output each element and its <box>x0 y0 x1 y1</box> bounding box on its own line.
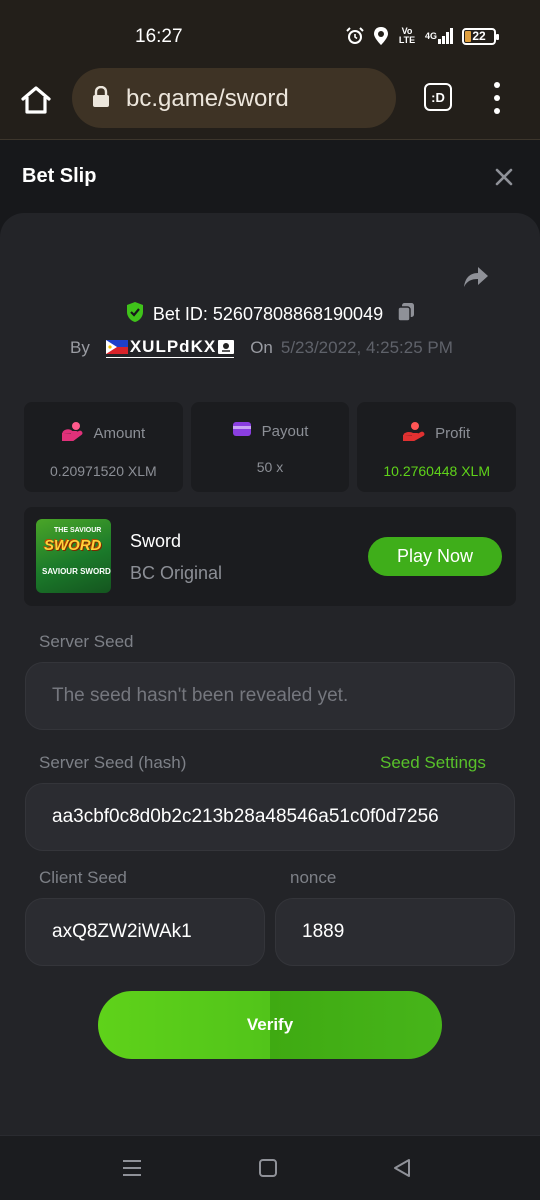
battery-level: 22 <box>472 29 486 43</box>
stat-label: Amount <box>93 424 146 442</box>
game-thumbnail[interactable]: THE SAVIOUR SWORD SAVIOUR SWORD <box>36 519 111 593</box>
close-icon <box>495 168 513 186</box>
alarm-icon <box>345 26 365 46</box>
seed-settings-link[interactable]: Seed Settings <box>380 753 486 773</box>
system-nav-bar <box>0 1135 540 1200</box>
stat-payout: Payout 50 x <box>190 402 350 492</box>
recent-apps-button[interactable] <box>120 1156 144 1180</box>
thumb-bottom-text: SAVIOUR SWORD <box>42 567 111 576</box>
game-provider: BC Original <box>130 563 223 583</box>
close-button[interactable] <box>492 165 516 189</box>
server-seed-hash-field[interactable]: aa3cbf0c8d0b2c213b28a48546a51c0f0d7256 <box>25 783 515 851</box>
bet-detail-card: Bet ID: 52607808868190049 By XULPdKX On … <box>0 213 540 1135</box>
amount-icon <box>61 421 83 445</box>
thumb-top-text: THE SAVIOUR <box>54 527 102 534</box>
address-bar[interactable]: bc.game/sword <box>72 68 396 128</box>
stat-label: Payout <box>261 422 309 440</box>
lock-icon <box>92 85 110 113</box>
network-type: 4G <box>424 31 437 41</box>
back-button[interactable] <box>390 1156 414 1180</box>
battery-icon: 22 <box>462 27 499 45</box>
square-icon <box>259 1159 277 1177</box>
location-icon <box>373 26 389 46</box>
game-card: THE SAVIOUR SWORD SAVIOUR SWORD Sword BC… <box>24 507 516 606</box>
status-icons: Vo LTE 4G 22 <box>345 24 499 48</box>
tab-switcher-button[interactable]: :D <box>424 83 452 111</box>
share-button[interactable] <box>462 265 490 289</box>
game-name: Sword <box>130 531 182 551</box>
modal-header: Bet Slip <box>0 141 540 213</box>
bet-id: Bet ID: 52607808868190049 <box>152 304 384 324</box>
volte-icon: Vo LTE <box>398 26 416 45</box>
on-label: On <box>250 337 273 357</box>
payout-icon <box>232 421 252 441</box>
page-title: Bet Slip <box>22 165 97 187</box>
home-icon <box>21 86 51 114</box>
status-bar: 16:27 Vo LTE 4G 22 <box>0 0 540 70</box>
home-nav-button[interactable] <box>256 1156 280 1180</box>
stat-amount: Amount 0.20971520 XLM <box>24 402 183 492</box>
browser-toolbar: bc.game/sword :D <box>0 68 540 140</box>
by-label: By <box>70 337 90 357</box>
browser-menu-button[interactable] <box>490 82 504 114</box>
server-seed-field[interactable]: The seed hasn't been revealed yet. <box>25 662 515 730</box>
bet-stats: Amount 0.20971520 XLM Payout 50 x Profit… <box>24 402 517 492</box>
profit-icon <box>403 421 425 445</box>
bet-byline: By XULPdKX On 5/23/2022, 4:25:25 PM <box>70 337 453 358</box>
verified-shield-icon <box>125 301 145 328</box>
status-time: 16:27 <box>135 26 183 47</box>
play-now-button[interactable]: Play Now <box>368 537 502 576</box>
nonce-label: nonce <box>290 868 337 887</box>
share-icon <box>464 267 488 287</box>
username: XULPdKX <box>129 337 217 356</box>
signal-4g-icon: 4G <box>425 28 454 44</box>
username-link[interactable]: XULPdKX <box>105 337 235 358</box>
home-button[interactable] <box>20 84 52 116</box>
bet-date: 5/23/2022, 4:25:25 PM <box>280 337 453 357</box>
back-triangle-icon <box>394 1159 410 1177</box>
stat-label: Profit <box>435 424 471 442</box>
server-seed-hash-label: Server Seed (hash) <box>39 753 187 772</box>
flag-icon <box>105 340 128 354</box>
bet-id-row: Bet ID: 52607808868190049 <box>0 301 540 328</box>
stat-value: 10.2760448 XLM <box>383 463 490 479</box>
thumb-title: SWORD <box>44 537 102 554</box>
nonce-field[interactable]: 1889 <box>275 898 515 966</box>
pirate-flag-icon <box>218 340 235 354</box>
copy-icon[interactable] <box>397 302 415 327</box>
verify-button[interactable]: Verify <box>98 991 442 1059</box>
stat-value: 0.20971520 XLM <box>50 463 157 479</box>
stat-profit: Profit 10.2760448 XLM <box>357 402 517 492</box>
url-text[interactable]: bc.game/sword <box>126 85 289 113</box>
server-seed-label: Server Seed <box>39 632 134 651</box>
menu-icon <box>123 1160 141 1176</box>
stat-value: 50 x <box>256 459 284 475</box>
client-seed-field[interactable]: axQ8ZW2iWAk1 <box>25 898 265 966</box>
client-seed-label: Client Seed <box>39 868 127 887</box>
